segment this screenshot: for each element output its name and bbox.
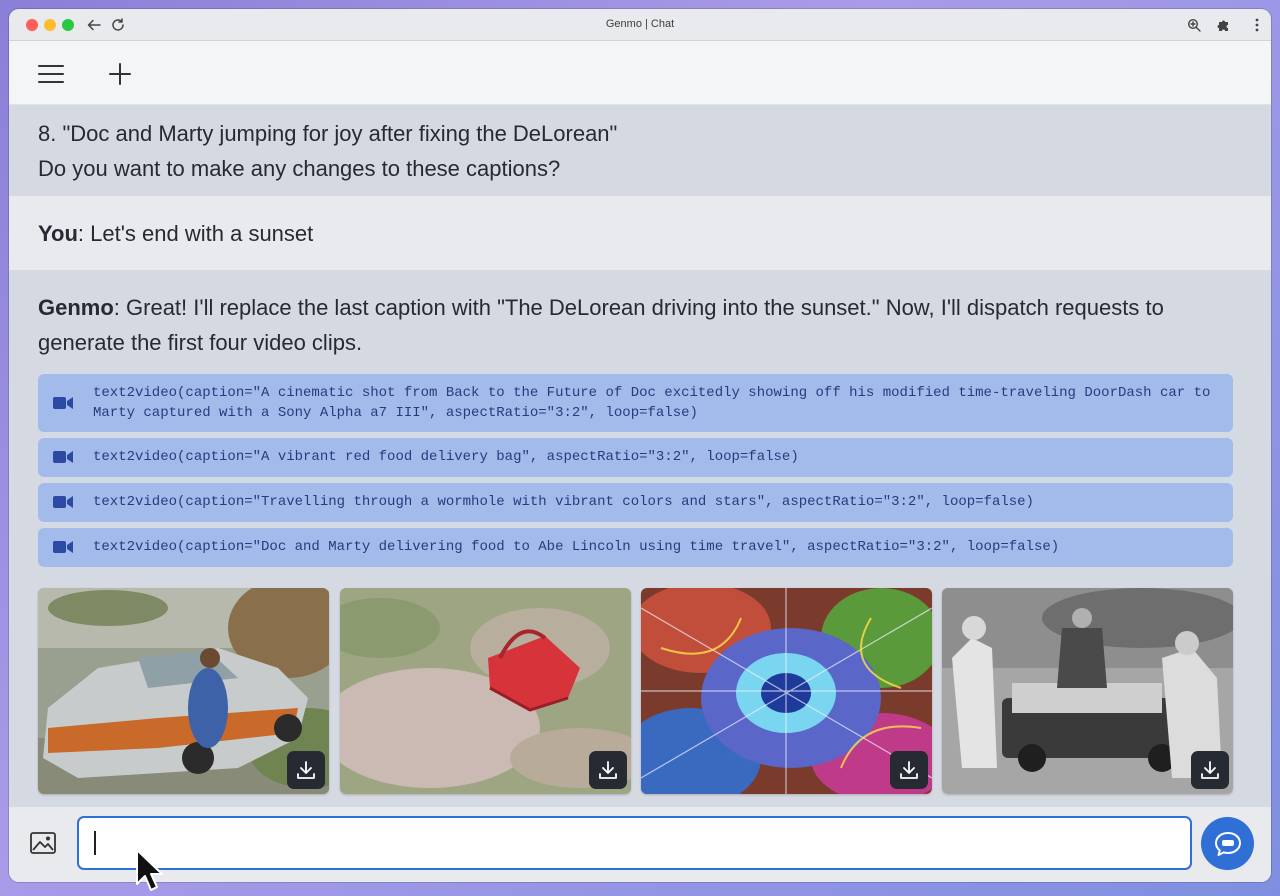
video-camera-icon bbox=[53, 451, 73, 463]
image-upload-icon[interactable] bbox=[29, 830, 57, 856]
chat-bubble-icon bbox=[1214, 831, 1241, 856]
download-icon bbox=[900, 761, 918, 779]
composer-bar bbox=[9, 807, 1271, 882]
tool-call[interactable]: text2video(caption="A cinematic shot fro… bbox=[38, 374, 1233, 432]
download-icon bbox=[1201, 761, 1219, 779]
download-button[interactable] bbox=[1191, 751, 1229, 789]
video-camera-icon bbox=[53, 541, 73, 553]
tool-call-code: text2video(caption="Doc and Marty delive… bbox=[93, 539, 1060, 555]
assistant-message-previous: 8. "Doc and Marty jumping for joy after … bbox=[9, 105, 1271, 196]
message-body: : Great! I'll replace the last caption w… bbox=[38, 295, 1164, 355]
download-button[interactable] bbox=[890, 751, 928, 789]
send-button[interactable] bbox=[1201, 817, 1254, 870]
download-icon bbox=[599, 761, 617, 779]
message-question: Do you want to make any changes to these… bbox=[38, 156, 561, 181]
download-icon bbox=[297, 761, 315, 779]
app-header bbox=[9, 41, 1271, 105]
assistant-message: Genmo: Great! I'll replace the last capt… bbox=[9, 270, 1271, 807]
video-camera-icon bbox=[53, 397, 73, 409]
tool-call[interactable]: text2video(caption="Doc and Marty delive… bbox=[38, 528, 1233, 567]
text-caret bbox=[94, 831, 96, 855]
wormhole-image bbox=[641, 588, 932, 794]
red-bag-image bbox=[340, 588, 631, 794]
video-thumbnail-lincoln[interactable] bbox=[942, 588, 1233, 794]
message-input-wrapper bbox=[77, 816, 1192, 870]
menu-icon[interactable] bbox=[37, 60, 65, 88]
tool-call-code: text2video(caption="A vibrant red food d… bbox=[93, 449, 799, 465]
tool-call-code: text2video(caption="Travelling through a… bbox=[93, 494, 1034, 510]
browser-titlebar: Genmo | Chat bbox=[9, 9, 1271, 41]
message-input[interactable] bbox=[79, 818, 1190, 868]
doc-marty-lincoln-image bbox=[942, 588, 1233, 794]
caption-item-8: 8. "Doc and Marty jumping for joy after … bbox=[38, 121, 618, 146]
speaker-name: Genmo bbox=[38, 295, 114, 320]
delorean-car-image bbox=[38, 588, 329, 794]
video-thumbnail-delorean[interactable] bbox=[38, 588, 329, 794]
message-body: : Let's end with a sunset bbox=[77, 221, 314, 246]
video-thumbnail-wormhole[interactable] bbox=[641, 588, 932, 794]
speaker-name: You bbox=[38, 221, 78, 246]
video-camera-icon bbox=[53, 496, 73, 508]
tool-call[interactable]: text2video(caption="A vibrant red food d… bbox=[38, 438, 1233, 477]
tool-call-code: text2video(caption="A cinematic shot fro… bbox=[93, 385, 1219, 421]
tool-call[interactable]: text2video(caption="Travelling through a… bbox=[38, 483, 1233, 522]
page-title: Genmo | Chat bbox=[605, 18, 675, 30]
download-button[interactable] bbox=[589, 751, 627, 789]
plus-icon[interactable] bbox=[106, 60, 134, 88]
mouse-cursor-icon bbox=[136, 849, 163, 891]
user-message-text: You: Let's end with a sunset bbox=[38, 221, 313, 247]
assistant-message-text: Genmo: Great! I'll replace the last capt… bbox=[38, 290, 1228, 360]
zoom-icon[interactable] bbox=[1185, 16, 1203, 34]
more-menu-icon[interactable] bbox=[1248, 16, 1266, 34]
video-thumbnail-delivery-bag[interactable] bbox=[340, 588, 631, 794]
extensions-puzzle-icon[interactable] bbox=[1215, 16, 1233, 34]
user-message: You: Let's end with a sunset bbox=[9, 196, 1271, 270]
download-button[interactable] bbox=[287, 751, 325, 789]
browser-window: Genmo | Chat 8. "Doc and Marty jumping f… bbox=[9, 9, 1271, 882]
